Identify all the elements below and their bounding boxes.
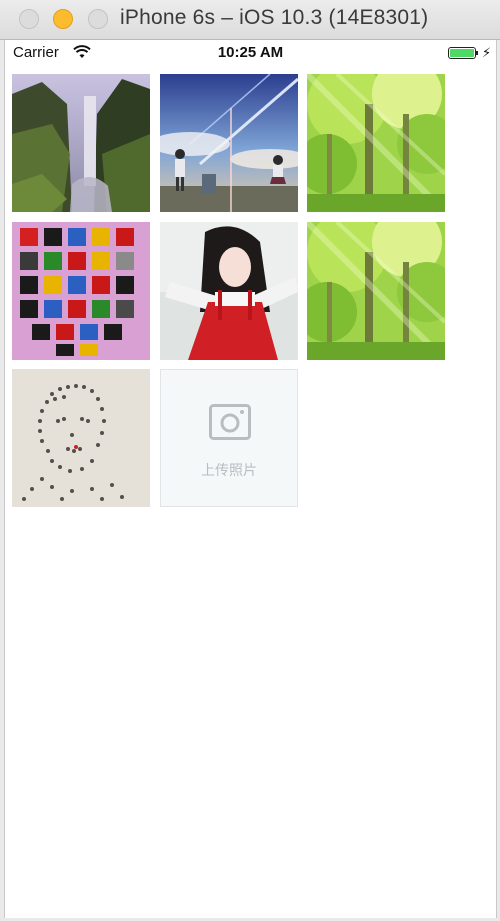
status-bar: Carrier 10:25 AM ⚡	[5, 40, 496, 66]
photo-anime-couple[interactable]	[160, 74, 298, 212]
window-titlebar: iPhone 6s – iOS 10.3 (14E8301)	[0, 0, 500, 40]
waterfall-image	[12, 74, 150, 212]
photo-crowd-portrait[interactable]	[12, 369, 150, 507]
battery-icon	[448, 47, 476, 59]
charging-icon: ⚡	[482, 45, 492, 60]
simulator-window: iPhone 6s – iOS 10.3 (14E8301) Carrier 1…	[0, 0, 500, 921]
upload-photo-button[interactable]: 上传照片	[160, 369, 298, 507]
photo-waterfall[interactable]	[12, 74, 150, 212]
camera-icon	[209, 404, 251, 440]
alphabet-poster-image	[12, 222, 150, 360]
crowd-portrait-image	[12, 369, 150, 507]
device-screen: Carrier 10:25 AM ⚡ 上传照片	[4, 40, 497, 918]
forest-image	[307, 74, 445, 212]
status-time: 10:25 AM	[217, 44, 284, 61]
zoom-window-button[interactable]	[88, 9, 108, 29]
forest-image	[307, 222, 445, 360]
minimize-window-button[interactable]	[53, 9, 73, 29]
photo-alphabet-poster[interactable]	[12, 222, 150, 360]
window-title: iPhone 6s – iOS 10.3 (14E8301)	[120, 6, 429, 29]
anime-couple-image	[160, 74, 298, 212]
close-window-button[interactable]	[19, 9, 39, 29]
photo-girl-portrait[interactable]	[160, 222, 298, 360]
photo-forest-2[interactable]	[307, 222, 445, 360]
upload-photo-label: 上传照片	[201, 463, 257, 479]
photo-forest[interactable]	[307, 74, 445, 212]
girl-portrait-image	[160, 222, 298, 360]
